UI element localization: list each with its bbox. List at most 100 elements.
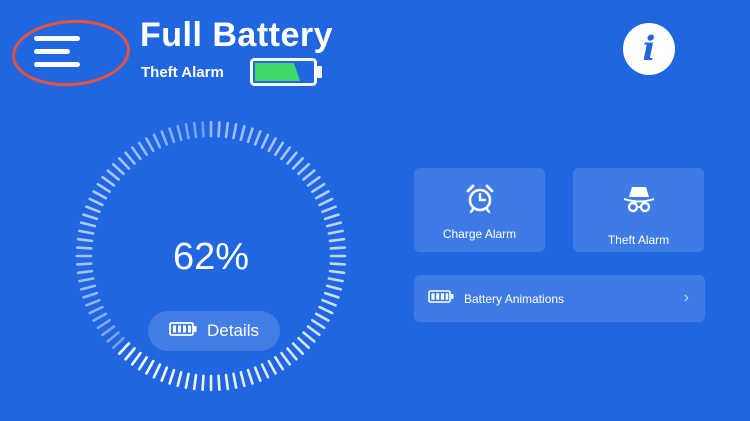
details-button[interactable]: Details <box>148 311 280 351</box>
gauge-tick <box>130 351 142 366</box>
gauge-tick <box>302 331 316 343</box>
gauge-tick <box>137 356 149 371</box>
gauge-tick <box>239 370 246 388</box>
gauge-tick <box>112 162 125 176</box>
gauge-tick <box>291 342 305 355</box>
gauge-tick <box>318 305 334 315</box>
gauge-tick <box>253 130 262 146</box>
gauge-tick <box>124 347 136 361</box>
battery-percent: 62% <box>172 236 250 278</box>
battery-animations-row[interactable]: Battery Animations › <box>414 275 705 322</box>
gauge-tick <box>232 123 238 140</box>
gauge-tick <box>79 221 97 228</box>
gauge-tick <box>152 363 162 379</box>
gauge-tick <box>96 182 111 194</box>
gauge-tick <box>321 298 337 307</box>
gauge-tick <box>106 331 120 343</box>
battery-icon <box>428 289 454 308</box>
gauge-tick <box>160 366 169 382</box>
app-subtitle: Theft Alarm <box>141 64 224 81</box>
gauge-tick <box>286 151 298 165</box>
gauge-tick <box>327 229 344 235</box>
gauge-tick <box>273 356 285 371</box>
gauge-tick <box>246 368 254 385</box>
gauge-tick <box>85 298 101 307</box>
gauge-tick <box>246 127 254 144</box>
gauge-tick <box>306 175 321 187</box>
battery-animations-label: Battery Animations <box>464 291 565 306</box>
battery-icon <box>169 321 197 341</box>
gauge-tick <box>273 141 285 156</box>
gauge-tick <box>92 190 108 200</box>
gauge-tick <box>145 359 155 375</box>
gauge-tick <box>82 291 99 299</box>
gauge-tick <box>117 342 131 355</box>
gauge-tick <box>325 284 343 291</box>
gauge-tick <box>260 363 270 379</box>
gauge-tick <box>323 291 340 299</box>
gauge-tick <box>168 127 176 144</box>
gauge-tick <box>88 305 104 315</box>
gauge-tick <box>130 146 142 161</box>
gauge-tick <box>152 133 162 149</box>
gauge-tick <box>201 120 205 138</box>
alarm-clock-icon <box>465 183 495 215</box>
charge-alarm-label: Charge Alarm <box>442 227 517 241</box>
gauge-tick <box>85 205 101 214</box>
gauge-tick <box>192 121 198 139</box>
spy-hat-icon <box>622 183 656 215</box>
app-title: Full Battery <box>140 16 334 54</box>
gauge-tick <box>291 157 305 170</box>
gauge-tick <box>232 372 238 389</box>
gauge-tick <box>184 372 190 389</box>
chevron-right-icon: › <box>683 289 689 306</box>
gauge-tick <box>124 151 136 165</box>
gauge-tick <box>217 374 221 392</box>
gauge-tick <box>79 284 97 291</box>
gauge-tick <box>145 137 155 153</box>
gauge-tick <box>297 162 310 176</box>
gauge-tick <box>82 213 99 221</box>
gauge-tick <box>78 229 95 235</box>
gauge-tick <box>260 133 270 149</box>
info-button[interactable]: i <box>623 23 675 75</box>
gauge-tick <box>176 124 183 142</box>
gauge-tick <box>101 175 116 187</box>
gauge-tick <box>96 318 111 330</box>
gauge-tick <box>311 318 326 330</box>
gauge-tick <box>224 373 230 391</box>
gauge-tick <box>101 325 116 337</box>
gauge-tick <box>286 347 298 361</box>
gauge-tick <box>106 169 120 181</box>
gauge-tick <box>267 359 277 375</box>
gauge-tick <box>306 325 321 337</box>
gauge-tick <box>176 370 183 388</box>
gauge-tick <box>192 373 198 391</box>
gauge-tick <box>267 137 277 153</box>
theft-alarm-label: Theft Alarm <box>607 233 670 247</box>
gauge-tick <box>314 312 330 322</box>
battery-level-icon <box>250 58 324 86</box>
gauge-tick <box>112 336 125 350</box>
charge-alarm-card[interactable]: Charge Alarm <box>414 168 545 252</box>
gauge-tick <box>160 130 169 146</box>
gauge-tick <box>321 205 337 214</box>
gauge-tick <box>117 157 131 170</box>
theft-alarm-card[interactable]: Theft Alarm <box>573 168 704 252</box>
gauge-tick <box>253 366 262 382</box>
gauge-tick <box>314 190 330 200</box>
hamburger-menu-icon[interactable] <box>34 32 94 72</box>
gauge-tick <box>302 169 316 181</box>
gauge-tick <box>280 351 292 366</box>
gauge-tick <box>168 368 176 385</box>
gauge-tick <box>184 123 190 140</box>
gauge-tick <box>280 146 292 161</box>
gauge-tick <box>92 312 108 322</box>
details-button-label: Details <box>207 321 259 340</box>
gauge-tick <box>239 124 246 142</box>
gauge-tick <box>297 336 310 350</box>
gauge-tick <box>224 121 230 139</box>
gauge-tick <box>318 197 334 207</box>
gauge-tick <box>217 120 221 138</box>
gauge-tick <box>88 197 104 207</box>
